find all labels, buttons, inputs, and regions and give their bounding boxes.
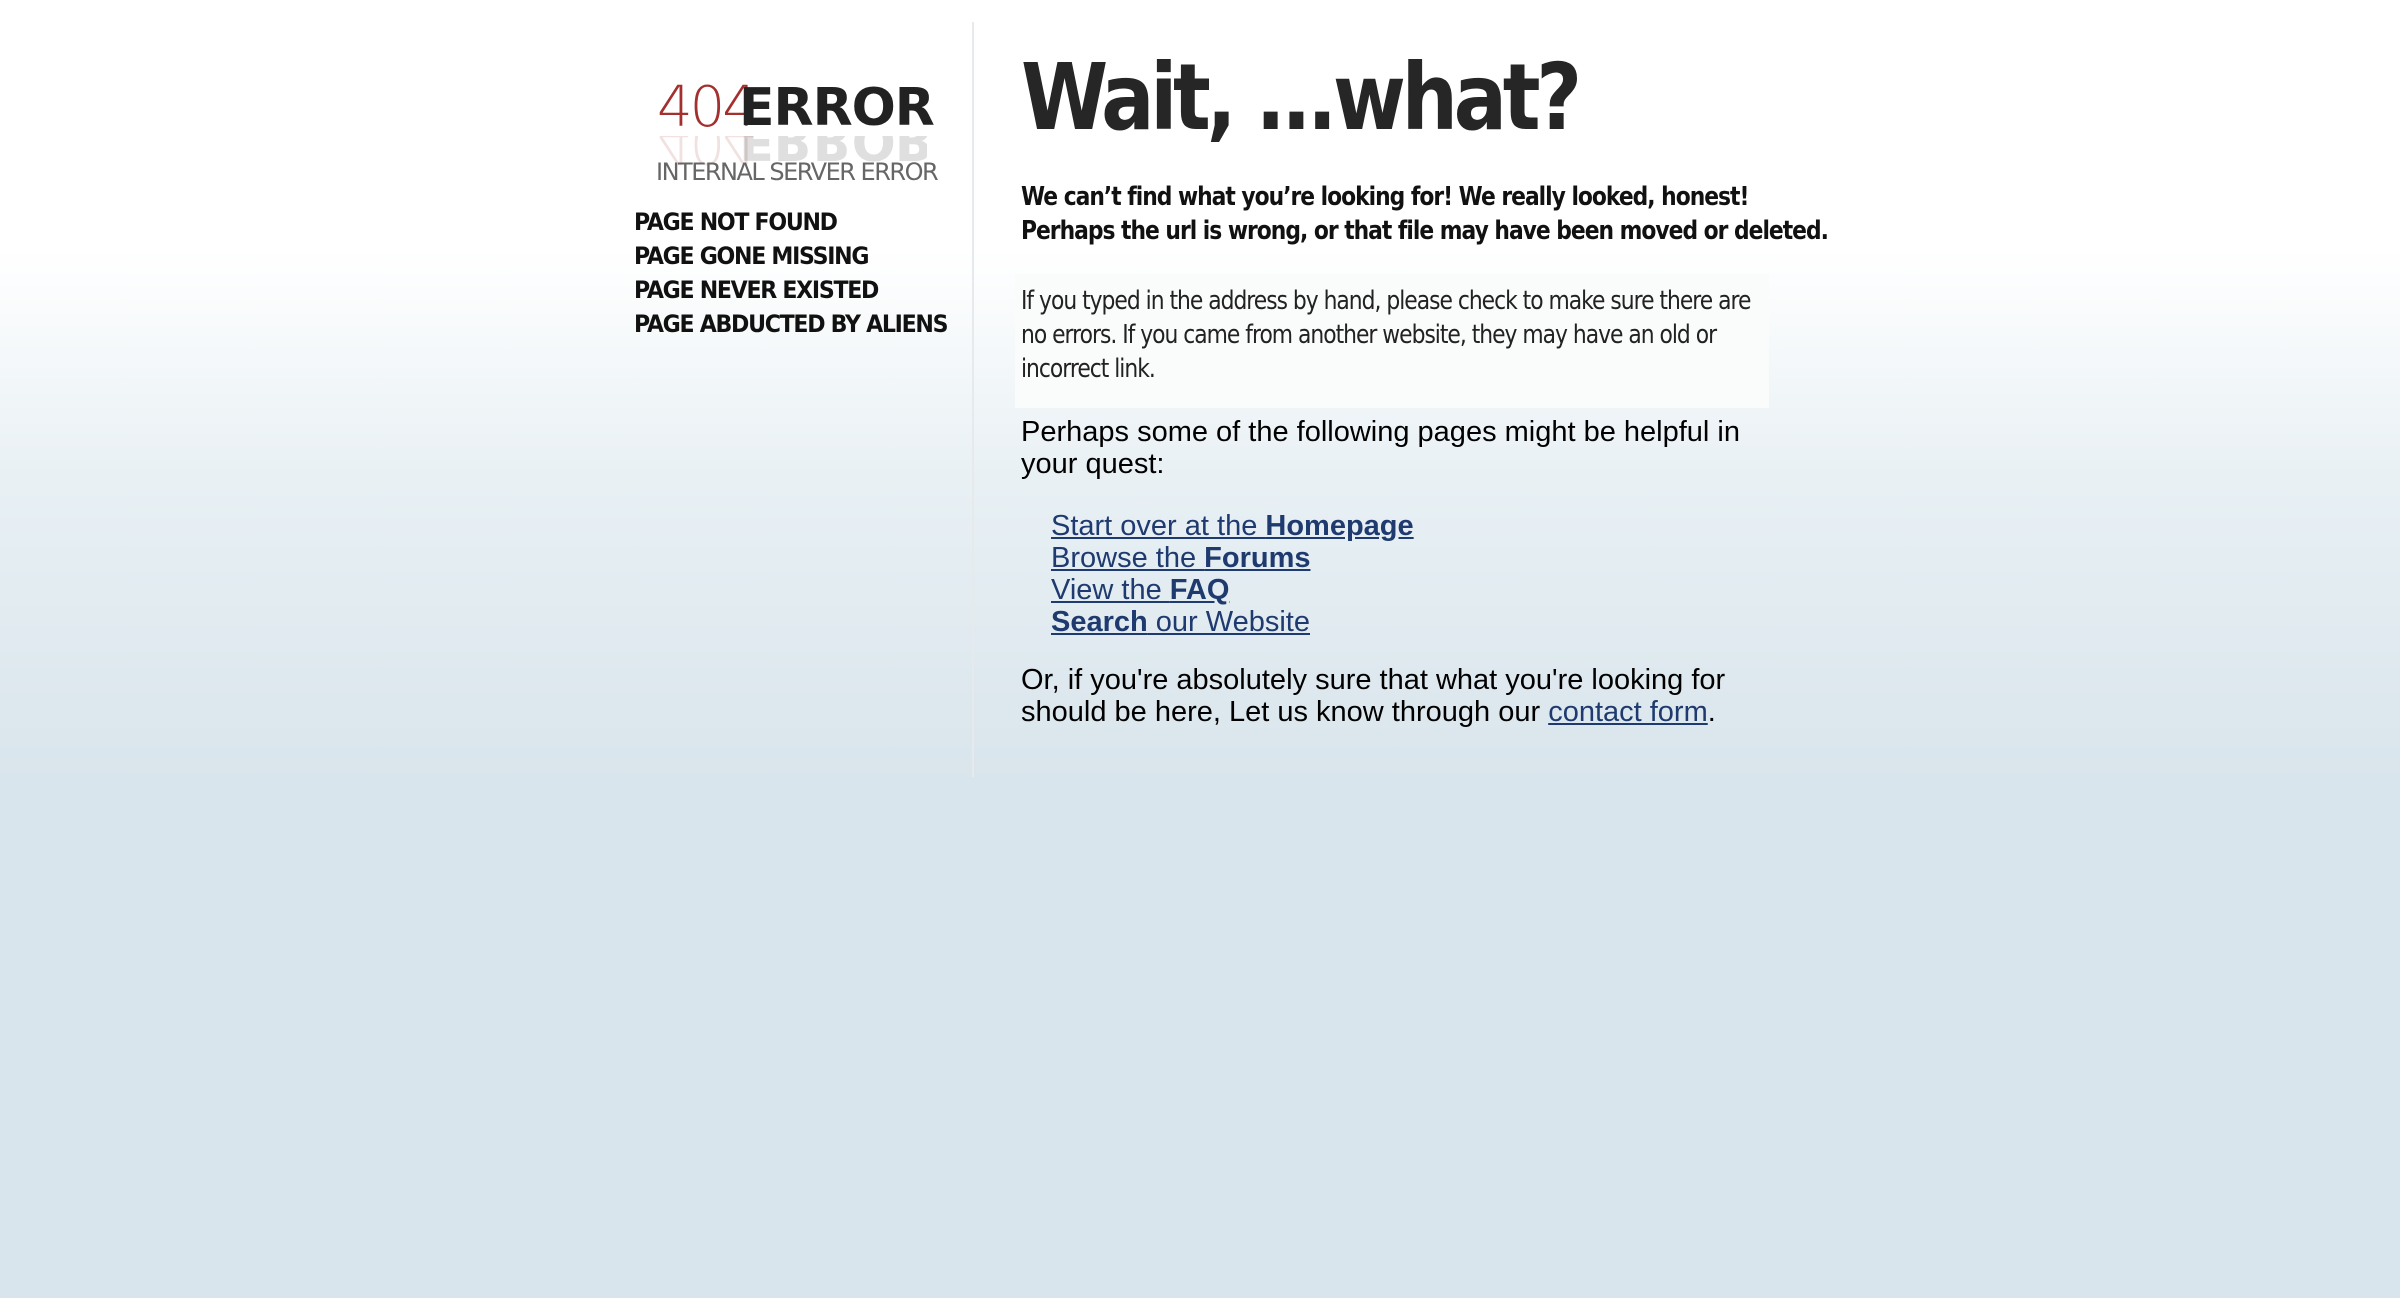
search-link[interactable]: Search our Website: [1051, 606, 1310, 638]
contact-end: .: [1707, 696, 1716, 728]
hint-box: If you typed in the address by hand, ple…: [1015, 274, 1769, 408]
logo-word: ERROR: [739, 78, 935, 138]
column-divider: [972, 22, 974, 777]
reason-item: PAGE GONE MISSING: [634, 242, 870, 270]
faq-link-bold: FAQ: [1169, 574, 1230, 606]
homepage-link-bold: Homepage: [1265, 510, 1414, 542]
forums-link-prefix: Browse the: [1051, 542, 1205, 574]
helpful-pages-intro: Perhaps some of the following pages migh…: [1021, 416, 1740, 480]
sidebar: 404 ERROR 404 ERROR INTERNAL SERVER ERRO…: [620, 22, 972, 777]
lead-line: Perhaps the url is wrong, or that file m…: [1021, 216, 1829, 246]
error-logo: 404 ERROR 404 ERROR INTERNAL SERVER ERRO…: [635, 58, 939, 188]
search-link-bold: Search: [1051, 606, 1148, 638]
reason-item: PAGE ABDUCTED BY ALIENS: [634, 310, 948, 338]
contact-message: Or, if you're absolutely sure that what …: [1021, 664, 1781, 728]
link-item: Start over at the Homepage: [1051, 510, 1414, 542]
hint-text: If you typed in the address by hand, ple…: [1021, 286, 1751, 384]
forums-link[interactable]: Browse the Forums: [1051, 542, 1310, 574]
helpful-links: Start over at the Homepage Browse the Fo…: [1051, 510, 1414, 638]
page-wrapper: 404 ERROR 404 ERROR INTERNAL SERVER ERRO…: [620, 22, 1829, 777]
link-item: Browse the Forums: [1051, 542, 1414, 574]
search-link-suffix: our Website: [1147, 606, 1310, 638]
reason-item: PAGE NEVER EXISTED: [634, 276, 879, 304]
link-item: Search our Website: [1051, 606, 1414, 638]
faq-link-prefix: View the: [1051, 574, 1170, 606]
lead-message: We can’t find what you’re looking for! W…: [1021, 180, 1829, 248]
reason-list: PAGE NOT FOUND PAGE GONE MISSING PAGE NE…: [634, 205, 974, 341]
reason-item: PAGE NOT FOUND: [634, 208, 838, 236]
link-item: View the FAQ: [1051, 574, 1414, 606]
lead-line: We can’t find what you’re looking for! W…: [1021, 182, 1749, 212]
contact-form-link[interactable]: contact form: [1548, 696, 1708, 728]
forums-link-bold: Forums: [1204, 542, 1311, 574]
homepage-link[interactable]: Start over at the Homepage: [1051, 510, 1414, 542]
faq-link[interactable]: View the FAQ: [1051, 574, 1229, 606]
logo-subtitle: INTERNAL SERVER ERROR: [656, 158, 939, 186]
page-title: Wait, ...what?: [1021, 44, 1582, 151]
homepage-link-prefix: Start over at the: [1051, 510, 1266, 542]
